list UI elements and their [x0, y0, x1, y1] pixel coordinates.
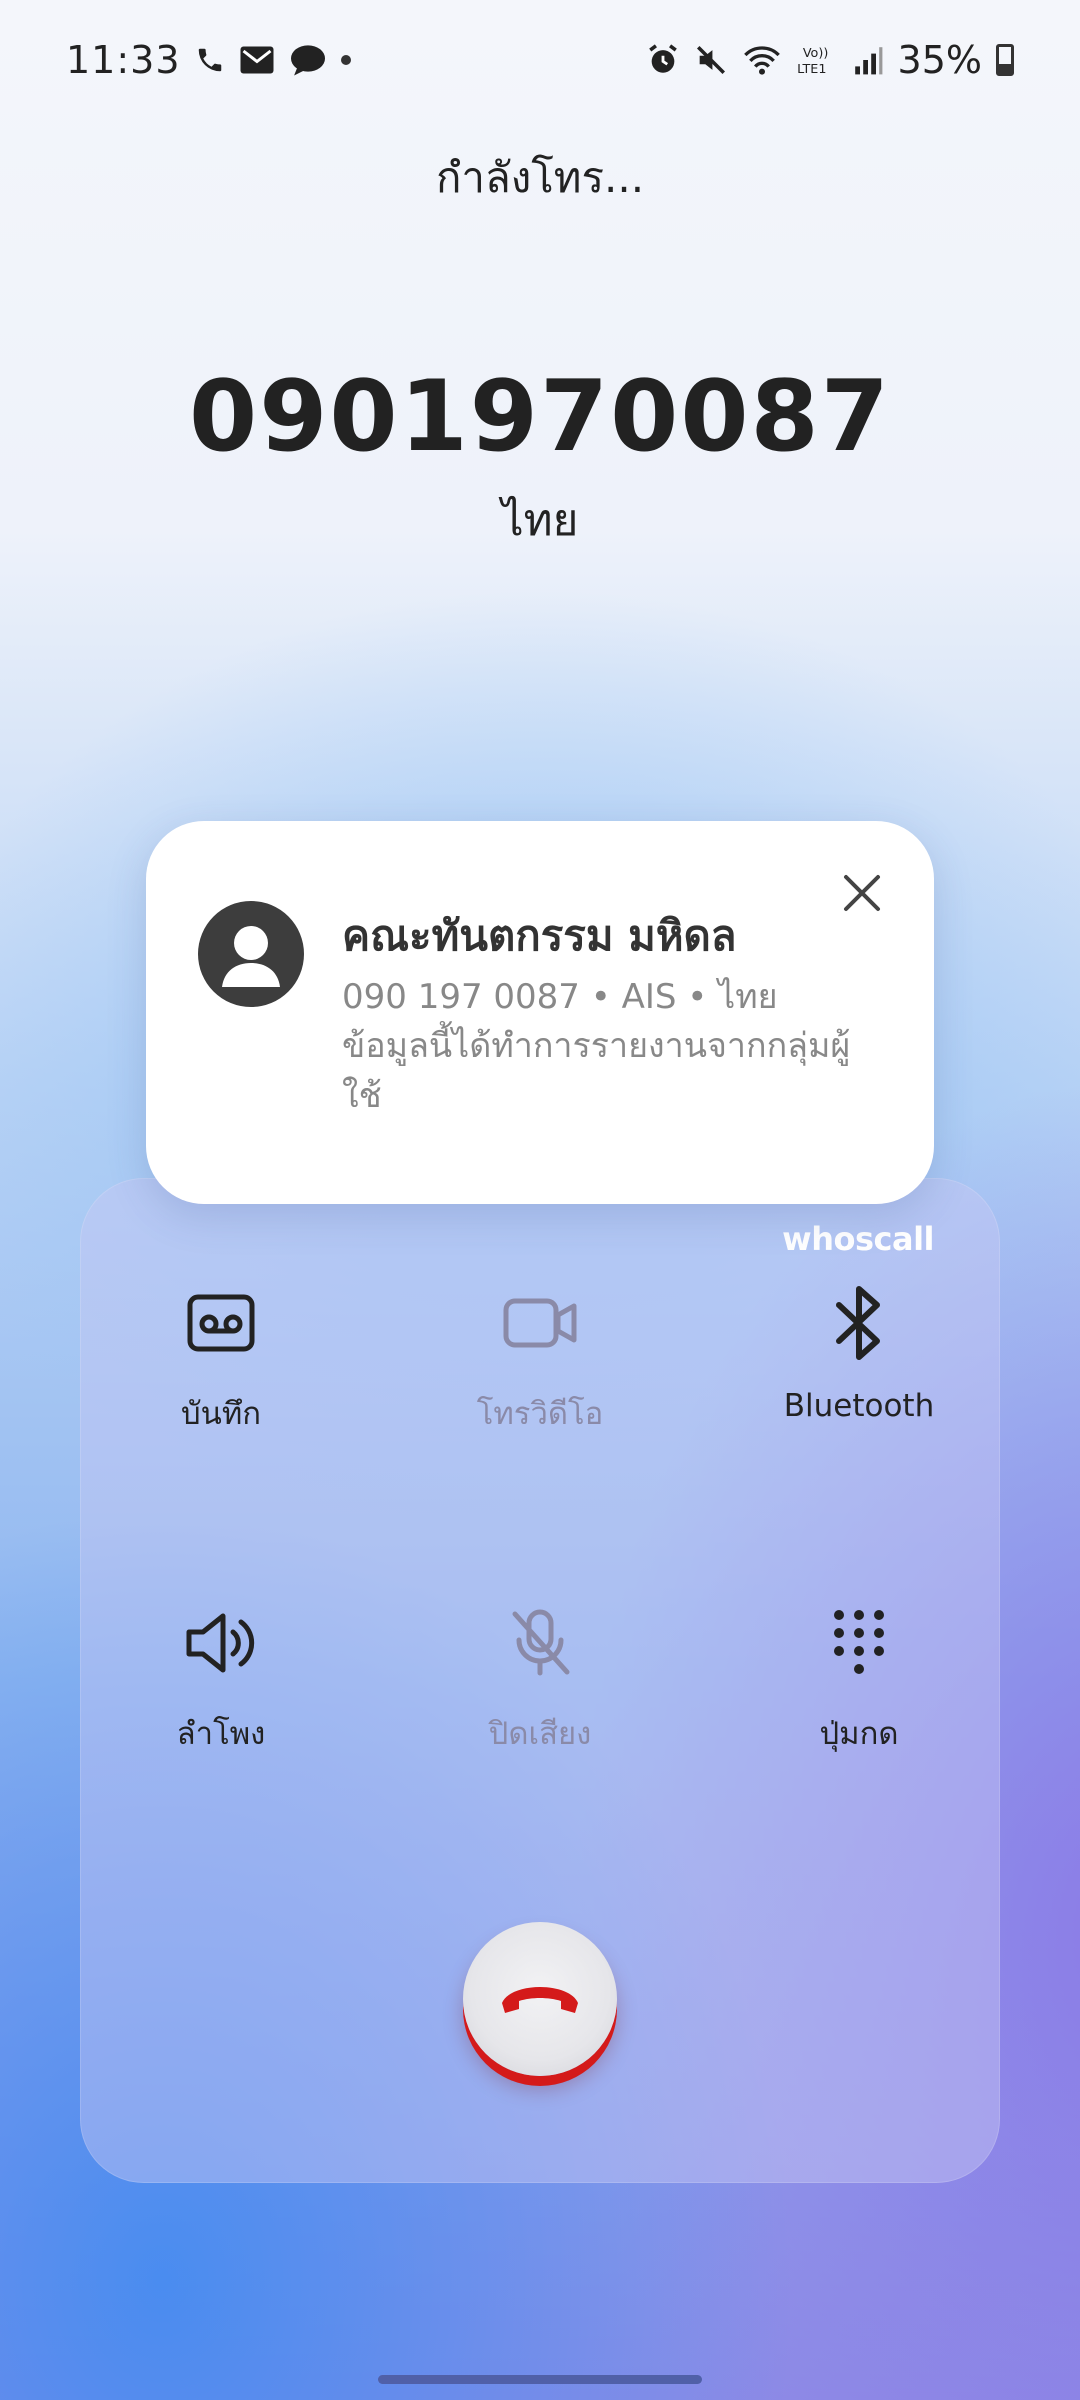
- keypad-button[interactable]: ปุ่มกด: [729, 1598, 989, 1758]
- clock: 11:33: [66, 38, 181, 82]
- mail-icon: [240, 46, 274, 74]
- phone-icon: [198, 48, 221, 72]
- dot-icon: [340, 55, 351, 65]
- svg-text:Vo)): Vo)): [802, 46, 827, 61]
- close-icon: [844, 875, 880, 911]
- speaker-icon: [91, 1598, 351, 1688]
- video-call-label: โทรวิดีโอ: [476, 1396, 604, 1432]
- svg-text:LTE1: LTE1: [797, 62, 826, 77]
- avatar: [198, 901, 304, 1007]
- alarm-icon: [648, 44, 677, 73]
- status-left: 11:33: [66, 38, 351, 82]
- home-indicator[interactable]: [378, 2375, 702, 2384]
- whoscall-logo: whoscall: [782, 1220, 934, 1258]
- keypad-icon: [729, 1598, 989, 1688]
- bluetooth-label: Bluetooth: [783, 1388, 935, 1424]
- speaker-label: ลำโพง: [176, 1716, 266, 1752]
- report-note: ข้อมูลนี้ได้ทำการรายงานจากกลุ่มผู้ใช้: [342, 1026, 851, 1116]
- call-status: กำลังโทร...: [435, 153, 645, 202]
- battery-percent: 35%: [897, 38, 982, 82]
- signal-icon: [854, 47, 882, 75]
- status-bar: 11:33 Vo)) LTE1 35%: [0, 0, 1080, 120]
- record-button[interactable]: บันทึก: [91, 1278, 351, 1438]
- phone-number: 0901970087: [189, 360, 891, 474]
- caller-id-card: คณะทันตกรรม มหิดล 090 197 0087 • AIS • ไ…: [146, 821, 934, 1204]
- speaker-button[interactable]: ลำโพง: [91, 1598, 351, 1758]
- end-call-button[interactable]: [463, 1922, 617, 2076]
- video-call-icon: [410, 1278, 670, 1368]
- person-icon: [222, 926, 280, 987]
- bluetooth-icon: [729, 1278, 989, 1368]
- caller-name: คณะทันตกรรม มหิดล: [342, 911, 737, 960]
- status-right: Vo)) LTE1 35%: [646, 38, 1014, 82]
- hang-up-icon: [502, 1987, 578, 2013]
- caller-details: 090 197 0087 • AIS • ไทย: [342, 977, 778, 1017]
- mic-off-icon: [410, 1598, 670, 1688]
- record-label: บันทึก: [180, 1396, 262, 1432]
- mute-icon: [696, 45, 725, 75]
- voicemail-icon: [91, 1278, 351, 1368]
- close-card-button[interactable]: [834, 865, 890, 921]
- mute-button[interactable]: ปิดเสียง: [410, 1598, 670, 1758]
- volte-lte-icon: Vo))LTE1: [797, 46, 828, 77]
- wifi-icon: [743, 46, 780, 75]
- chat-icon: [290, 45, 325, 76]
- video-call-button[interactable]: โทรวิดีโอ: [410, 1278, 670, 1438]
- mute-label: ปิดเสียง: [488, 1716, 592, 1752]
- keypad-label: ปุ่มกด: [819, 1716, 899, 1752]
- bluetooth-button[interactable]: Bluetooth: [729, 1278, 989, 1424]
- battery-icon: [996, 44, 1014, 76]
- caller-country: ไทย: [501, 495, 579, 546]
